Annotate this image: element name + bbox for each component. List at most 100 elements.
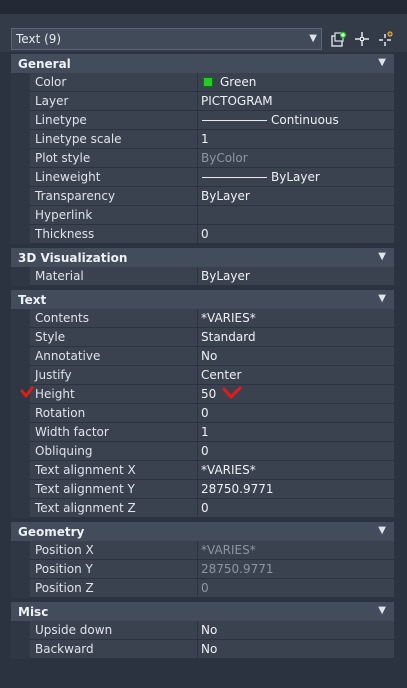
section-title: Misc [18, 604, 49, 619]
property-name: Rotation [30, 404, 197, 423]
section-header-misc[interactable]: Misc ▼ [11, 602, 394, 621]
property-value[interactable]: 28750.9771 [197, 480, 394, 499]
property-value: 28750.9771 [197, 560, 394, 579]
property-value[interactable]: *VARIES* [197, 309, 394, 328]
property-value[interactable]: Standard [197, 328, 394, 347]
section-general: General ▼ Color Green Layer PICTOGRAM Li… [11, 54, 394, 244]
property-value[interactable]: No [197, 621, 394, 640]
property-value[interactable]: 1 [197, 423, 394, 442]
quick-select-button[interactable] [329, 29, 349, 49]
property-name: Backward [30, 640, 197, 659]
section-header-geometry[interactable]: Geometry ▼ [11, 522, 394, 541]
property-name: Position Z [30, 579, 197, 598]
property-value[interactable]: PICTOGRAM [197, 92, 394, 111]
property-name: Transparency [30, 187, 197, 206]
property-row-rotation[interactable]: Rotation 0 [11, 404, 394, 423]
toggle-pickadd-button[interactable] [376, 29, 396, 49]
property-name: Thickness [30, 225, 197, 244]
property-name: Text alignment X [30, 461, 197, 480]
property-row-linetype[interactable]: Linetype Continuous [11, 111, 394, 130]
property-name: Width factor [30, 423, 197, 442]
collapse-icon[interactable]: ▼ [378, 293, 386, 304]
property-value: ByColor [197, 149, 394, 168]
property-value[interactable]: *VARIES* [197, 461, 394, 480]
property-row-hyperlink[interactable]: Hyperlink [11, 206, 394, 225]
chevron-down-icon[interactable]: ▼ [309, 33, 317, 44]
property-row-position-z: Position Z 0 [11, 579, 394, 598]
property-value[interactable]: No [197, 347, 394, 366]
property-name: Layer [30, 92, 197, 111]
property-name: Text alignment Z [30, 499, 197, 518]
property-value[interactable]: Green [197, 73, 394, 92]
property-name: Hyperlink [30, 206, 197, 225]
property-name: Contents [30, 309, 197, 328]
section-title: 3D Visualization [18, 250, 128, 265]
property-name: Plot style [30, 149, 197, 168]
color-swatch-icon [203, 77, 213, 87]
property-value[interactable]: Center [197, 366, 394, 385]
collapse-icon[interactable]: ▼ [378, 57, 386, 68]
section-geometry: Geometry ▼ Position X *VARIES* Position … [11, 522, 394, 598]
property-row-backward[interactable]: Backward No [11, 640, 394, 659]
select-objects-icon [355, 32, 369, 46]
property-value[interactable]: 0 [197, 404, 394, 423]
property-row-style[interactable]: Style Standard [11, 328, 394, 347]
property-row-thickness[interactable]: Thickness 0 [11, 225, 394, 244]
property-row-plot-style: Plot style ByColor [11, 149, 394, 168]
property-value[interactable]: No [197, 640, 394, 659]
property-value[interactable]: ByLayer [197, 187, 394, 206]
property-value[interactable]: 0 [197, 442, 394, 461]
property-row-lineweight[interactable]: Lineweight ByLayer [11, 168, 394, 187]
object-type-label: Text (9) [16, 32, 62, 46]
property-value[interactable]: 0 [197, 499, 394, 518]
property-row-contents[interactable]: Contents *VARIES* [11, 309, 394, 328]
property-name: Text alignment Y [30, 480, 197, 499]
property-row-layer[interactable]: Layer PICTOGRAM [11, 92, 394, 111]
property-row-annotative[interactable]: Annotative No [11, 347, 394, 366]
property-row-justify[interactable]: Justify Center [11, 366, 394, 385]
collapse-icon[interactable]: ▼ [378, 605, 386, 616]
collapse-icon[interactable]: ▼ [378, 251, 386, 262]
property-name: Upside down [30, 621, 197, 640]
object-type-dropdown[interactable]: Text (9) ▼ [11, 28, 322, 50]
property-name: Linetype [30, 111, 197, 130]
property-value[interactable]: Continuous [197, 111, 394, 130]
select-objects-button[interactable] [352, 29, 372, 49]
property-row-text-alignment-z[interactable]: Text alignment Z 0 [11, 499, 394, 518]
section-header-general[interactable]: General ▼ [11, 54, 394, 73]
property-value[interactable]: ByLayer [197, 267, 394, 286]
section-text: Text ▼ Contents *VARIES* Style Standard … [11, 290, 394, 518]
section-3d-visualization: 3D Visualization ▼ Material ByLayer [11, 248, 394, 286]
section-title: General [18, 56, 71, 71]
property-value[interactable]: ByLayer [197, 168, 394, 187]
property-row-text-alignment-x[interactable]: Text alignment X *VARIES* [11, 461, 394, 480]
property-name: Position X [30, 541, 197, 560]
title-strip [0, 0, 407, 14]
property-value[interactable]: 0 [197, 225, 394, 244]
property-row-upside-down[interactable]: Upside down No [11, 621, 394, 640]
property-row-transparency[interactable]: Transparency ByLayer [11, 187, 394, 206]
linetype-preview-icon [202, 119, 267, 121]
property-row-linetype-scale[interactable]: Linetype scale 1 [11, 130, 394, 149]
property-row-material[interactable]: Material ByLayer [11, 267, 394, 286]
property-value[interactable]: 1 [197, 130, 394, 149]
property-name: Height [30, 385, 197, 404]
property-value: *VARIES* [197, 541, 394, 560]
toggle-pickadd-icon [379, 31, 393, 46]
property-name: Annotative [30, 347, 197, 366]
property-name: Justify [30, 366, 197, 385]
property-row-color[interactable]: Color Green [11, 73, 394, 92]
property-row-height[interactable]: Height 50 [11, 385, 394, 404]
property-row-obliquing[interactable]: Obliquing 0 [11, 442, 394, 461]
lineweight-preview-icon [202, 176, 267, 178]
collapse-icon[interactable]: ▼ [378, 525, 386, 536]
property-row-width-factor[interactable]: Width factor 1 [11, 423, 394, 442]
property-value: 0 [197, 579, 394, 598]
section-title: Geometry [18, 524, 85, 539]
section-header-text[interactable]: Text ▼ [11, 290, 394, 309]
property-row-text-alignment-y[interactable]: Text alignment Y 28750.9771 [11, 480, 394, 499]
section-title: Text [18, 292, 47, 307]
property-value[interactable] [197, 206, 394, 225]
property-row-position-y: Position Y 28750.9771 [11, 560, 394, 579]
section-header-3d-visualization[interactable]: 3D Visualization ▼ [11, 248, 394, 267]
